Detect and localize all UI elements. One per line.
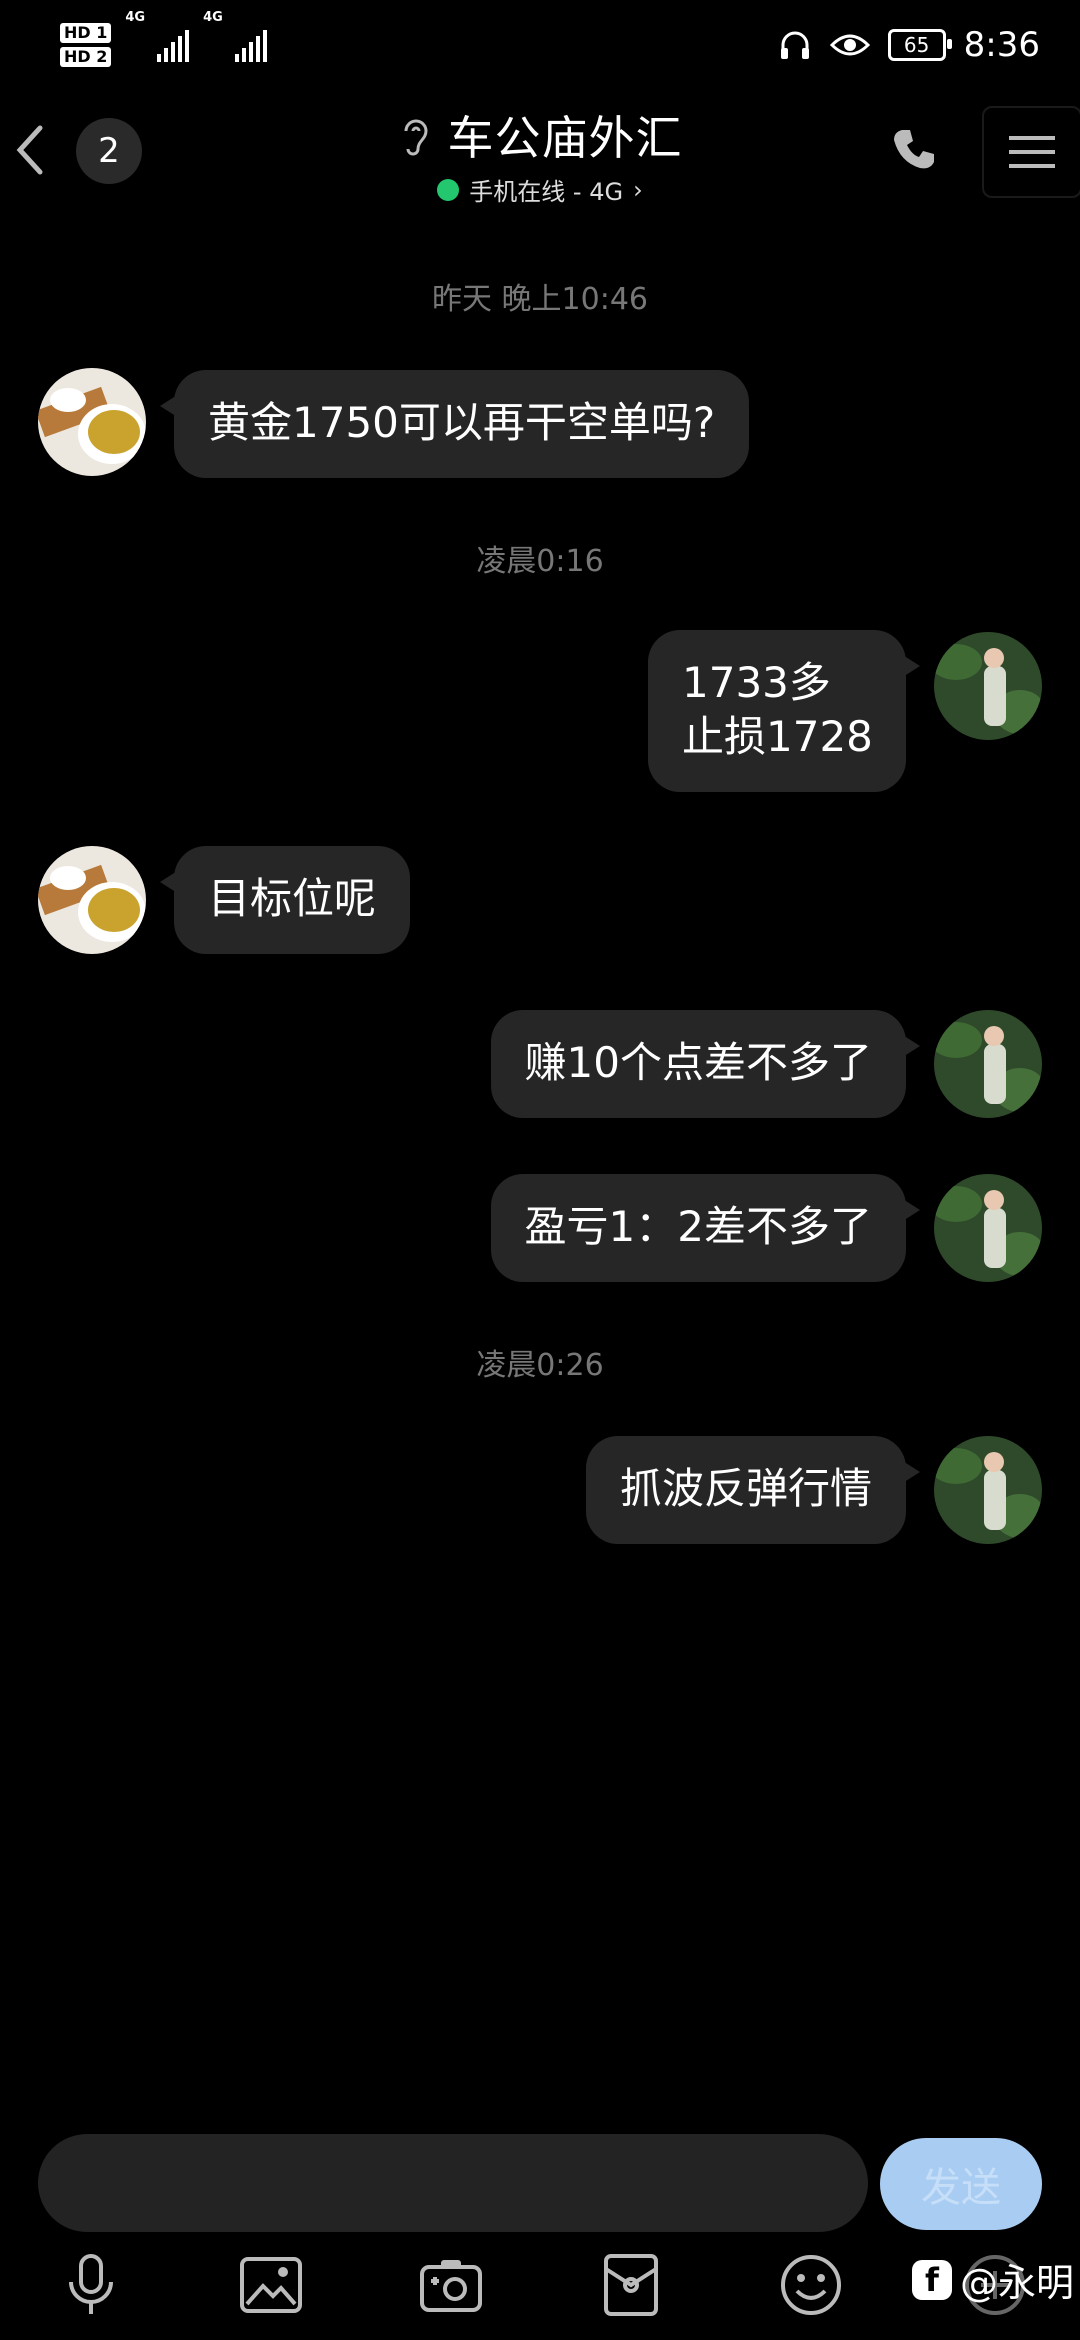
my-avatar[interactable]	[934, 1174, 1042, 1282]
user-photo-avatar-icon	[934, 632, 1042, 740]
online-status-text: 手机在线 - 4G	[469, 178, 624, 206]
network2-label: 4G	[203, 10, 223, 25]
message-bubble-outgoing[interactable]: 抓波反弹行情	[585, 1436, 921, 1544]
message-bubble-incoming[interactable]: 黄金1750可以再干空单吗?	[159, 370, 750, 478]
status-bar-right: 65 8:36	[778, 10, 1040, 80]
headphones-icon	[780, 31, 809, 59]
message-text: 目标位呢	[208, 874, 377, 923]
camera-icon[interactable]	[416, 2250, 486, 2320]
menu-button[interactable]	[982, 106, 1080, 198]
contact-avatar[interactable]	[38, 368, 146, 476]
my-avatar[interactable]	[934, 632, 1042, 740]
tea-cup-avatar-icon	[38, 368, 146, 476]
message-bubble-outgoing[interactable]: 盈亏1：2差不多了	[490, 1174, 921, 1282]
signal-icon	[157, 28, 190, 62]
message-bubble-outgoing[interactable]: 1733多 止损1728	[648, 630, 920, 792]
tea-cup-avatar-icon	[38, 846, 146, 954]
chevron-right-icon: ›	[633, 175, 643, 204]
signal-icon	[234, 28, 267, 62]
message-input[interactable]	[38, 2134, 868, 2232]
chat-title[interactable]: 车公庙外汇	[448, 102, 683, 168]
message-timestamp: 凌晨0:16	[476, 544, 604, 579]
message-text: 黄金1750可以再干空单吗?	[208, 398, 716, 447]
message-text: 1733多	[682, 658, 831, 707]
ear-icon[interactable]	[398, 113, 434, 157]
sim2-label: HD 2	[60, 47, 112, 67]
message-timestamp: 凌晨0:26	[476, 1348, 604, 1383]
call-button[interactable]	[884, 120, 944, 180]
contact-avatar[interactable]	[38, 846, 146, 954]
clock: 8:36	[963, 25, 1040, 65]
emoji-icon[interactable]	[776, 2250, 846, 2320]
phone-icon	[894, 130, 934, 169]
message-timestamp: 昨天 晚上10:46	[432, 282, 648, 317]
status-bar-left: HD 1 HD 2 4G 4G	[60, 10, 267, 80]
message-text: 抓波反弹行情	[619, 1464, 872, 1513]
user-photo-avatar-icon	[934, 1174, 1042, 1282]
battery-icon: 65	[887, 29, 952, 61]
sim1-label: HD 1	[60, 23, 112, 43]
message-bubble-outgoing[interactable]: 赚10个点差不多了	[490, 1010, 921, 1118]
my-avatar[interactable]	[934, 1010, 1042, 1118]
battery-level: 65	[903, 33, 930, 57]
watermark: f @永明	[912, 2252, 1074, 2307]
message-text: 止损1728	[682, 712, 873, 761]
platform-logo-icon: f	[912, 2259, 952, 2300]
sim-indicators: HD 1 HD 2	[60, 23, 112, 67]
message-text: 盈亏1：2差不多了	[524, 1202, 872, 1251]
hamburger-menu-icon	[1009, 136, 1055, 168]
user-photo-avatar-icon	[934, 1436, 1042, 1544]
my-avatar[interactable]	[934, 1436, 1042, 1544]
message-text: 赚10个点差不多了	[524, 1038, 872, 1087]
message-bubble-incoming[interactable]: 目标位呢	[159, 846, 411, 954]
network1-label: 4G	[125, 10, 146, 25]
watermark-text: @永明	[960, 2261, 1075, 2305]
eye-icon	[829, 34, 870, 56]
send-button[interactable]: 发送	[880, 2138, 1042, 2230]
online-dot-icon	[437, 178, 460, 201]
image-icon[interactable]	[236, 2250, 306, 2320]
user-photo-avatar-icon	[934, 1010, 1042, 1118]
microphone-icon[interactable]	[56, 2250, 126, 2320]
red-packet-icon[interactable]	[596, 2250, 666, 2320]
